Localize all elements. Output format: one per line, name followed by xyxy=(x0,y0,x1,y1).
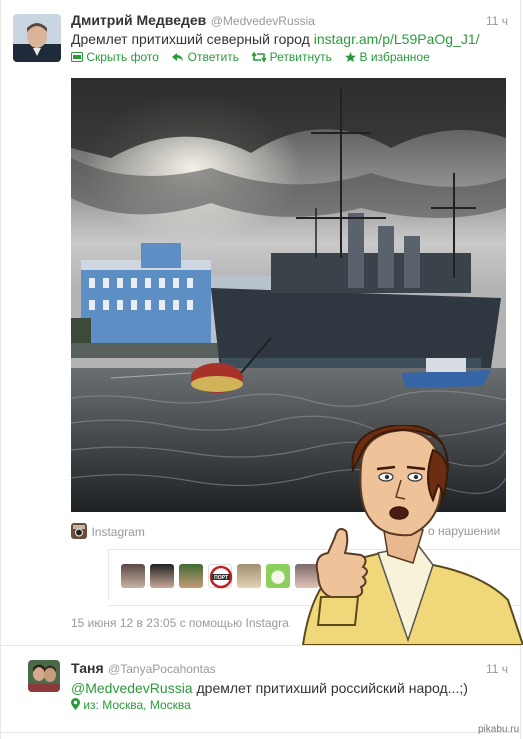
tweet-time[interactable]: 11 ч xyxy=(486,662,508,676)
tweet-time[interactable]: 11 ч xyxy=(486,14,508,28)
hide-photo-button[interactable]: Скрыть фото xyxy=(71,50,162,64)
photo-source-label: Instagram xyxy=(91,525,145,539)
favorite-button[interactable]: В избранное xyxy=(345,50,430,64)
cartoon-thumbs-up-overlay xyxy=(283,423,523,646)
thumb-badge: ПОРТ xyxy=(214,575,228,581)
tweet-text: Дремлет притихший северный город xyxy=(71,31,310,47)
retweeters-row xyxy=(108,550,109,600)
avatar-medvedev[interactable] xyxy=(13,14,61,62)
author-handle[interactable]: @MedvedevRussia xyxy=(211,14,315,28)
location-pin-icon xyxy=(71,698,80,710)
instagram-icon xyxy=(71,523,87,539)
author-name[interactable]: Дмитрий Медведев xyxy=(71,12,206,28)
retweet-label: Ретвитнуть xyxy=(269,50,332,64)
retweeter-avatar[interactable] xyxy=(150,564,174,588)
reply-button[interactable]: Ответить xyxy=(172,50,242,64)
tweet-link[interactable]: instagr.am/p/L59PaOg_J1/ xyxy=(314,31,480,47)
location-label: из: Москва, Москва xyxy=(83,698,191,712)
author-name[interactable]: Таня xyxy=(71,660,104,676)
author-handle[interactable]: @TanyaPocahontas xyxy=(108,662,216,676)
mention-link[interactable]: @MedvedevRussia xyxy=(71,680,193,696)
retweeter-avatar[interactable]: ПОРТ xyxy=(208,564,233,589)
divider xyxy=(0,732,521,733)
star-icon xyxy=(345,52,357,62)
reply-icon xyxy=(172,53,184,61)
retweeter-avatar[interactable] xyxy=(237,564,261,588)
retweet-button[interactable]: Ретвитнуть xyxy=(251,50,335,64)
avatar-tanya[interactable] xyxy=(28,660,60,692)
watermark: pikabu.ru xyxy=(478,724,520,735)
photo-source[interactable]: Instagram xyxy=(71,523,145,541)
retweet-icon xyxy=(251,51,267,63)
tweet-text: дремлет притихший российский народ...;) xyxy=(196,680,468,696)
retweeter-avatar[interactable] xyxy=(179,564,203,588)
tweet-location[interactable]: из: Москва, Москва xyxy=(71,698,191,712)
hide-photo-label: Скрыть фото xyxy=(86,50,159,64)
reply-label: Ответить xyxy=(187,50,239,64)
favorite-label: В избранное xyxy=(359,50,430,64)
tweet-timestamp[interactable]: 15 июня 12 в 23:05 с помощью Instagra xyxy=(71,616,289,630)
photo-icon xyxy=(71,52,83,62)
divider xyxy=(0,645,521,646)
no-sign-icon: ПОРТ xyxy=(209,565,233,589)
retweeter-avatar[interactable] xyxy=(121,564,145,588)
